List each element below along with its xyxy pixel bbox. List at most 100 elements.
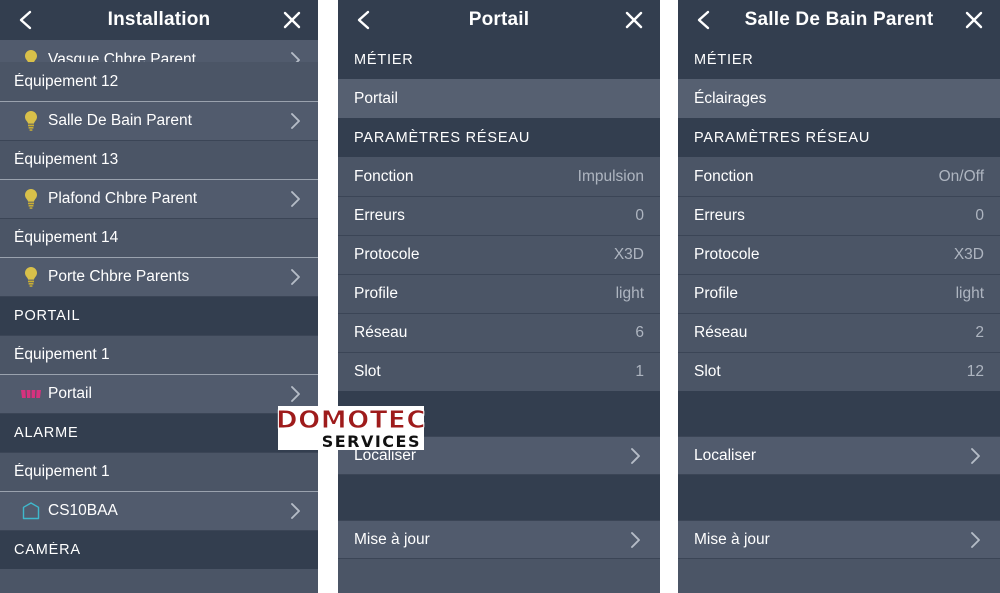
localiser-label: Localiser <box>694 446 757 464</box>
equipment-label-row: Équipement 1 <box>0 335 318 374</box>
lightbulb-icon <box>14 49 48 62</box>
param-value: Impulsion <box>577 167 644 185</box>
installation-panel: Installation Vasque Chbre Parent Équipem… <box>0 0 318 593</box>
page-title: Salle De Bain Parent <box>744 9 934 30</box>
section-label: PORTAIL <box>14 308 81 324</box>
list-item-plafond-chbre-parent[interactable]: Plafond Chbre Parent <box>0 179 318 218</box>
salle-de-bain-detail-panel: Salle De Bain Parent MÉTIER Éclairages P… <box>678 0 1000 593</box>
lightbulb-icon <box>14 188 48 210</box>
equipment-label: Équipement 14 <box>14 229 119 246</box>
list-item-cs10baa[interactable]: CS10BAA <box>0 491 318 530</box>
section-parametres-reseau: PARAMÈTRES RÉSEAU <box>678 118 1000 157</box>
localiser-label: Localiser <box>354 446 417 464</box>
salle-de-bain-detail-header: Salle De Bain Parent <box>678 0 1000 40</box>
section-parametres-reseau: PARAMÈTRES RÉSEAU <box>338 118 660 157</box>
back-icon[interactable] <box>350 6 378 34</box>
param-value: 12 <box>966 363 984 380</box>
chevron-right-icon <box>626 447 644 465</box>
param-value: light <box>615 285 644 302</box>
mise-a-jour-label: Mise à jour <box>354 530 430 548</box>
param-value: X3D <box>953 246 984 263</box>
param-row-erreurs: Erreurs 0 <box>678 196 1000 235</box>
localiser-button[interactable]: Localiser <box>678 436 1000 475</box>
panel-divider <box>318 0 338 593</box>
list-item-portail[interactable]: Portail <box>0 374 318 413</box>
param-row-profile: Profile light <box>338 274 660 313</box>
param-value: 0 <box>635 207 644 224</box>
portail-detail-panel: Portail MÉTIER Portail PARAMÈTRES RÉSEAU… <box>338 0 660 593</box>
list-item-label: Plafond Chbre Parent <box>48 190 198 207</box>
section-header-alarme: ALARME <box>0 413 318 452</box>
param-value: light <box>955 285 984 302</box>
param-key: Fonction <box>694 167 754 185</box>
equipment-label: Équipement 12 <box>14 72 119 90</box>
param-row-slot: Slot 12 <box>678 352 1000 391</box>
list-item-label: Portail <box>48 385 92 402</box>
param-key: Erreurs <box>354 207 405 224</box>
chevron-right-icon <box>286 502 304 520</box>
param-value: 2 <box>975 324 984 341</box>
list-item-label: Porte Chbre Parents <box>48 268 190 285</box>
localiser-button[interactable]: Localiser <box>338 436 660 475</box>
param-key: Fonction <box>354 167 414 185</box>
param-row-reseau: Réseau 6 <box>338 313 660 352</box>
param-key: Slot <box>354 363 381 380</box>
mise-a-jour-label: Mise à jour <box>694 530 770 548</box>
param-value: On/Off <box>938 167 984 185</box>
equipment-label-row: Équipement 13 <box>0 140 318 179</box>
spacer <box>338 475 660 520</box>
param-row-slot: Slot 1 <box>338 352 660 391</box>
param-row-protocole: Protocole X3D <box>338 235 660 274</box>
page-title: Installation <box>107 9 211 30</box>
mise-a-jour-button[interactable]: Mise à jour <box>338 520 660 559</box>
equipment-label-row: Équipement 12 <box>0 62 318 101</box>
spacer <box>338 391 660 436</box>
installation-header: Installation <box>0 0 318 40</box>
param-value: X3D <box>613 246 644 263</box>
param-row-fonction: Fonction On/Off <box>678 157 1000 196</box>
app-screen: Installation Vasque Chbre Parent Équipem… <box>0 0 1000 593</box>
chevron-right-icon <box>286 268 304 286</box>
param-key: Profile <box>354 285 398 302</box>
list-item-label: CS10BAA <box>48 502 118 519</box>
back-icon[interactable] <box>690 6 718 34</box>
equipment-label: Équipement 1 <box>14 463 110 480</box>
section-metier: MÉTIER <box>338 40 660 79</box>
param-value: 6 <box>635 324 644 341</box>
param-row-profile: Profile light <box>678 274 1000 313</box>
section-header-portail: PORTAIL <box>0 296 318 335</box>
close-icon[interactable] <box>278 6 306 34</box>
param-key: Profile <box>694 285 738 302</box>
list-item-salle-de-bain-parent[interactable]: Salle De Bain Parent <box>0 101 318 140</box>
section-label: ALARME <box>14 425 79 441</box>
param-key: Réseau <box>354 324 408 341</box>
section-header-camera: CAMÉRA <box>0 530 318 569</box>
section-metier: MÉTIER <box>678 40 1000 79</box>
metier-value[interactable]: Portail <box>338 79 660 118</box>
installation-list: Vasque Chbre Parent Équipement 12 Salle … <box>0 40 318 569</box>
chevron-right-icon <box>286 112 304 130</box>
mise-a-jour-button[interactable]: Mise à jour <box>678 520 1000 559</box>
chevron-right-icon <box>626 531 644 549</box>
portail-detail-header: Portail <box>338 0 660 40</box>
equipment-label-row: Équipement 1 <box>0 452 318 491</box>
chevron-right-icon <box>286 190 304 208</box>
metier-value[interactable]: Éclairages <box>678 79 1000 118</box>
list-item-porte-chbre-parents[interactable]: Porte Chbre Parents <box>0 257 318 296</box>
equipment-label-row: Équipement 14 <box>0 218 318 257</box>
equipment-label: Équipement 13 <box>14 151 119 168</box>
spacer <box>678 391 1000 436</box>
close-icon[interactable] <box>620 6 648 34</box>
chevron-right-icon <box>286 51 304 62</box>
page-title: Portail <box>468 9 530 30</box>
list-item-label: Salle De Bain Parent <box>48 112 192 129</box>
spacer <box>678 475 1000 520</box>
panel-divider <box>660 0 678 593</box>
list-item[interactable]: Vasque Chbre Parent <box>0 40 318 62</box>
back-icon[interactable] <box>12 6 40 34</box>
chevron-right-icon <box>966 447 984 465</box>
param-key: Slot <box>694 363 721 380</box>
sensor-icon <box>14 501 48 521</box>
param-value: 1 <box>635 363 644 380</box>
close-icon[interactable] <box>960 6 988 34</box>
